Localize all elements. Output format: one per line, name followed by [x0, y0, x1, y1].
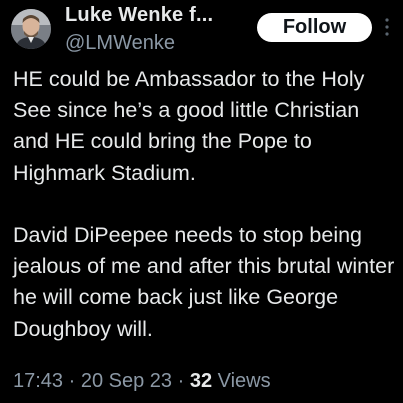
views-label: Views [212, 370, 271, 392]
view-count: 32 [189, 370, 213, 392]
tweet-time[interactable]: 17:43 [13, 370, 63, 392]
tweet-paragraph: David DiPeepee needs to stop being jealo… [13, 223, 395, 341]
profile-photo-icon [11, 9, 51, 49]
tweet-text: HE could be Ambassador to the Holy See s… [13, 64, 398, 345]
avatar[interactable] [11, 9, 51, 49]
tweet-card: Luke Wenke f... @LMWenke Follow HE could… [0, 0, 403, 403]
author-handle[interactable]: @LMWenke [65, 32, 175, 55]
follow-button[interactable]: Follow [257, 13, 372, 42]
meta-separator: · [172, 370, 190, 392]
tweet-paragraph: HE could be Ambassador to the Holy See s… [13, 67, 365, 185]
tweet-meta: 17:43 · 20 Sep 23 · 32 Views [13, 370, 271, 393]
author-display-name[interactable]: Luke Wenke f... [65, 4, 213, 27]
tweet-date[interactable]: 20 Sep 23 [81, 370, 172, 392]
more-options-icon[interactable] [384, 16, 390, 38]
meta-separator: · [63, 370, 81, 392]
